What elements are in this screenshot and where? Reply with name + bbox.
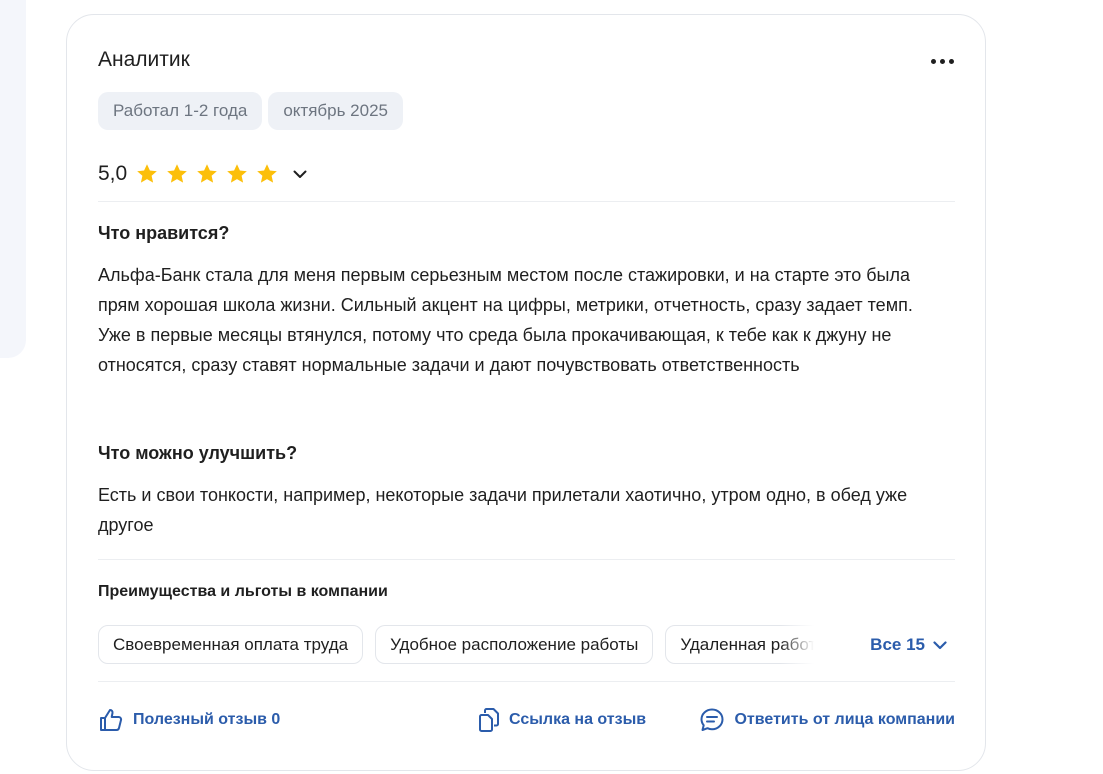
review-card: Аналитик Работал 1-2 года октябрь 2025 5…: [66, 14, 986, 771]
helpful-button[interactable]: Полезный отзыв 0: [98, 705, 280, 735]
star-icon: [227, 164, 248, 183]
thumbs-up-icon: [100, 709, 123, 731]
benefit-chip[interactable]: Удобное расположение работы: [375, 625, 654, 664]
review-tags: Работал 1-2 года октябрь 2025: [98, 92, 403, 130]
review-title: Аналитик: [98, 48, 190, 71]
review-actions: Полезный отзыв 0 Ссылка на отзыв Ответит…: [98, 705, 955, 735]
improve-heading: Что можно улучшить?: [98, 443, 298, 463]
reply-label: Ответить от лица компании: [734, 711, 955, 728]
tag-experience: Работал 1-2 года: [98, 92, 263, 130]
copy-link-button[interactable]: Ссылка на отзыв: [478, 705, 646, 735]
chevron-down-icon: [293, 170, 307, 178]
benefit-chip[interactable]: Своевременная оплата труда: [98, 625, 364, 664]
reply-icon: [700, 708, 724, 731]
tag-date: октябрь 2025: [268, 92, 403, 130]
all-benefits-button[interactable]: Все 15: [870, 635, 947, 655]
divider: [98, 559, 955, 560]
copy-link-icon: [479, 708, 499, 732]
star-rating: [135, 162, 279, 186]
more-icon: [930, 58, 936, 64]
helpful-label: Полезный отзыв 0: [133, 711, 281, 728]
star-icon: [167, 164, 188, 183]
star-icon: [137, 164, 158, 183]
star-icon: [257, 164, 278, 183]
chevron-down-icon: [933, 640, 947, 649]
rating-row: 5,0: [98, 160, 309, 188]
divider: [98, 681, 955, 682]
chips-fade: [780, 625, 820, 665]
reply-button[interactable]: Ответить от лица компании: [699, 705, 955, 735]
all-benefits-label: Все 15: [870, 635, 925, 654]
rating-details-toggle[interactable]: [291, 165, 309, 183]
likes-text: Альфа-Банк стала для меня первым серьезн…: [98, 265, 913, 375]
benefits-chips: Своевременная оплата труда Удобное распо…: [98, 625, 820, 665]
rating-value: 5,0: [98, 162, 128, 185]
more-options-button[interactable]: [925, 51, 959, 71]
divider: [98, 201, 955, 202]
benefits-heading: Преимущества и льготы в компании: [98, 583, 388, 600]
improve-text: Есть и свои тонкости, например, некоторы…: [98, 485, 908, 535]
likes-heading: Что нравится?: [98, 223, 230, 243]
side-panel: [0, 0, 26, 358]
star-icon: [197, 164, 218, 183]
copy-link-label: Ссылка на отзыв: [509, 711, 647, 728]
